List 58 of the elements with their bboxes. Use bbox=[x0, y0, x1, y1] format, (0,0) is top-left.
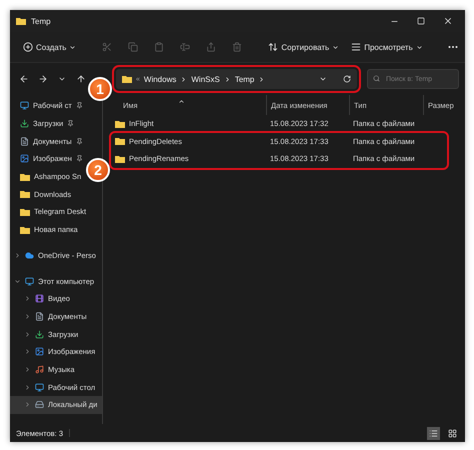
chevron-icon bbox=[24, 312, 31, 320]
desktop-icon bbox=[35, 382, 44, 392]
image-icon bbox=[20, 154, 29, 164]
chevron-icon bbox=[14, 252, 21, 259]
grid-icon bbox=[448, 428, 457, 438]
up-icon[interactable] bbox=[76, 74, 86, 84]
forward-icon[interactable] bbox=[38, 74, 48, 84]
chevron-icon bbox=[24, 401, 31, 408]
video-icon bbox=[35, 294, 44, 304]
music-icon bbox=[35, 364, 44, 374]
pin-icon bbox=[67, 120, 74, 128]
separator-icon bbox=[224, 76, 231, 82]
callout-badge: 2 bbox=[86, 158, 110, 182]
maximize-icon[interactable] bbox=[417, 17, 425, 25]
chevron-icon bbox=[24, 295, 31, 302]
folder-icon bbox=[16, 17, 26, 25]
callout-badge: 1 bbox=[88, 77, 112, 101]
refresh-icon[interactable] bbox=[343, 75, 351, 83]
chevron-icon bbox=[24, 348, 31, 356]
separator-icon bbox=[258, 76, 266, 82]
chevron-icon bbox=[24, 330, 31, 338]
pin-icon bbox=[76, 155, 83, 162]
details-view-button[interactable] bbox=[427, 426, 440, 440]
chevron-icon bbox=[14, 278, 21, 285]
chevron-icon bbox=[24, 384, 31, 391]
pin-icon bbox=[76, 138, 83, 145]
computer-icon bbox=[25, 276, 34, 286]
separator-icon bbox=[180, 76, 188, 82]
plus-icon bbox=[23, 42, 33, 52]
lines-icon bbox=[351, 42, 362, 52]
desktop-icon bbox=[20, 101, 29, 110]
breadcrumb[interactable]: Windows bbox=[144, 74, 176, 84]
list-icon bbox=[429, 428, 438, 438]
breadcrumb[interactable]: WinSxS bbox=[191, 74, 220, 84]
document-icon bbox=[20, 136, 29, 146]
image-icon bbox=[35, 347, 44, 356]
sort-arrows-icon bbox=[268, 42, 278, 52]
download-icon bbox=[35, 330, 44, 339]
drive-icon bbox=[35, 400, 44, 410]
close-icon[interactable] bbox=[443, 16, 453, 26]
chevron-icon bbox=[24, 366, 31, 373]
create-button[interactable]: Создать bbox=[18, 36, 82, 58]
pin-icon bbox=[76, 102, 83, 110]
document-icon bbox=[35, 312, 44, 321]
cloud-icon bbox=[25, 250, 34, 260]
caret-icon bbox=[416, 44, 423, 50]
back-icon[interactable] bbox=[18, 74, 28, 84]
sort-icon bbox=[178, 98, 185, 104]
folder-icon bbox=[122, 75, 132, 83]
dropdown-icon[interactable] bbox=[319, 75, 327, 83]
history-icon[interactable] bbox=[58, 75, 66, 83]
breadcrumb[interactable]: Temp bbox=[234, 74, 254, 84]
window-title: Temp bbox=[31, 16, 52, 26]
caret-icon bbox=[69, 44, 76, 50]
caret-icon bbox=[332, 44, 340, 50]
view-button[interactable]: Просмотреть bbox=[346, 36, 428, 58]
sort-button[interactable]: Сортировать bbox=[263, 36, 344, 58]
download-icon bbox=[20, 119, 29, 128]
